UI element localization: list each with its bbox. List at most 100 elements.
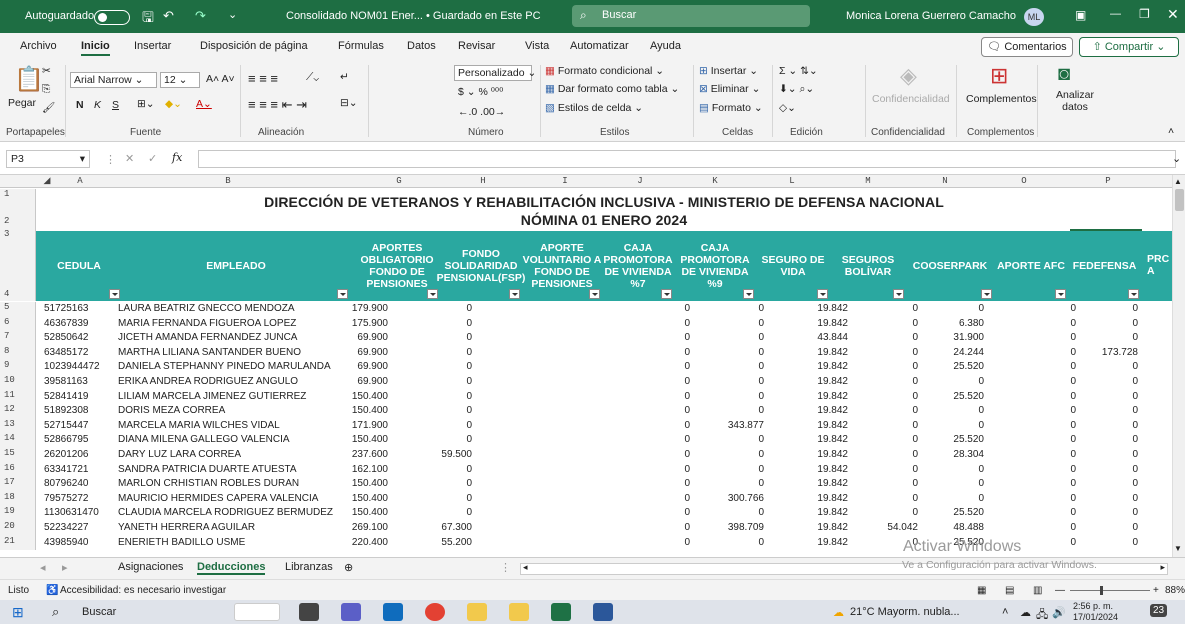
cell-value[interactable]: 0 (1076, 420, 1138, 432)
cell-value[interactable]: 0 (868, 376, 918, 388)
col-header-L[interactable]: L (782, 176, 802, 186)
cell-cedula[interactable]: 52715447 (44, 420, 114, 432)
cell-value[interactable]: 0 (1076, 478, 1138, 490)
tab-insertar[interactable]: Insertar (134, 40, 171, 52)
cell-value[interactable]: 48.488 (924, 522, 984, 534)
cell-value[interactable]: 0 (924, 405, 984, 417)
cell-value[interactable]: 343.877 (700, 420, 764, 432)
cell-cedula[interactable]: 39581163 (44, 376, 114, 388)
user-name[interactable]: Monica Lorena Guerrero Camacho (846, 10, 1016, 22)
cell-value[interactable]: 19.842 (788, 537, 848, 549)
clear-icon[interactable]: ◇⌄ (779, 102, 796, 114)
cell-empleado[interactable]: MARLON CRHISTIAN ROBLES DURAN (118, 478, 348, 490)
cell-value[interactable]: 0 (868, 361, 918, 373)
cell-value[interactable]: 0 (640, 318, 690, 330)
cell-cedula[interactable]: 63341721 (44, 464, 114, 476)
cell-value[interactable]: 0 (1076, 361, 1138, 373)
cell-empleado[interactable]: YANETH HERRERA AGUILAR (118, 522, 348, 534)
cell-value[interactable]: 0 (1028, 522, 1076, 534)
cell-value[interactable]: 0 (1076, 522, 1138, 534)
customize-qat-icon[interactable]: ⌄ (228, 8, 237, 21)
filter-icon[interactable] (981, 289, 992, 299)
cell-value[interactable]: 19.842 (788, 318, 848, 330)
cell-value[interactable]: 0 (1076, 405, 1138, 417)
cell-value[interactable]: 0 (924, 376, 984, 388)
taskbar-search-icon[interactable]: ⌕ (52, 604, 59, 620)
tab-asignaciones[interactable]: Asignaciones (118, 561, 183, 573)
autosave-toggle[interactable] (94, 10, 130, 25)
cell-value[interactable]: 0 (1076, 376, 1138, 388)
cell-value[interactable]: 0 (868, 303, 918, 315)
cell-value[interactable]: 25.520 (924, 391, 984, 403)
cell-value[interactable]: 0 (700, 478, 764, 490)
cell-value[interactable]: 0 (868, 449, 918, 461)
cell-value[interactable]: 0 (420, 332, 472, 344)
merge-icon[interactable]: ⊟⌄ (340, 97, 358, 109)
bold-button[interactable]: N (76, 99, 84, 111)
cell-value[interactable]: 0 (640, 332, 690, 344)
cell-value[interactable]: 300.766 (700, 493, 764, 505)
cell-value[interactable]: 0 (868, 318, 918, 330)
cell-value[interactable]: 0 (868, 493, 918, 505)
minimize-icon[interactable]: — (1110, 8, 1121, 20)
cell-value[interactable]: 0 (420, 507, 472, 519)
cell-value[interactable]: 150.400 (336, 478, 388, 490)
filter-icon[interactable] (817, 289, 828, 299)
cell-value[interactable]: 150.400 (336, 391, 388, 403)
format-as-table-button[interactable]: ▦ Dar formato como tabla ⌄ (545, 83, 679, 95)
cell-value[interactable]: 0 (1028, 420, 1076, 432)
expand-formula-icon[interactable]: ⌄ (1172, 152, 1181, 165)
avatar[interactable]: ML (1024, 8, 1044, 26)
fx-icon[interactable]: fx (172, 151, 182, 164)
cell-value[interactable]: 0 (1028, 376, 1076, 388)
tab-datos[interactable]: Datos (407, 40, 436, 52)
cell-value[interactable]: 0 (640, 376, 690, 388)
cell-cedula[interactable]: 52841419 (44, 391, 114, 403)
teams-icon[interactable] (341, 603, 361, 621)
cell-value[interactable]: 0 (700, 347, 764, 359)
col-header-O[interactable]: O (1014, 176, 1034, 186)
normal-view-icon[interactable]: ▦ (977, 585, 986, 596)
cell-value[interactable]: 0 (700, 464, 764, 476)
cell-value[interactable]: 59.500 (420, 449, 472, 461)
cell-value[interactable]: 0 (640, 347, 690, 359)
filter-icon[interactable] (589, 289, 600, 299)
cell-value[interactable]: 0 (1028, 537, 1076, 549)
cell-empleado[interactable]: MAURICIO HERMIDES CAPERA VALENCIA (118, 493, 348, 505)
cell-value[interactable]: 150.400 (336, 493, 388, 505)
restore-icon[interactable]: ❐ (1139, 7, 1150, 21)
col-header-J[interactable]: J (630, 176, 650, 186)
cell-value[interactable]: 0 (1028, 318, 1076, 330)
cell-empleado[interactable]: CLAUDIA MARCELA RODRIGUEZ BERMUDEZ (118, 507, 348, 519)
cell-value[interactable]: 0 (1076, 332, 1138, 344)
cell-value[interactable]: 19.842 (788, 434, 848, 446)
scroll-up-icon[interactable]: ▲ (1174, 177, 1184, 187)
folder-icon[interactable] (509, 603, 529, 621)
cell-value[interactable]: 0 (924, 493, 984, 505)
cell-value[interactable]: 0 (640, 464, 690, 476)
cell-cedula[interactable]: 79575272 (44, 493, 114, 505)
cell-value[interactable]: 0 (1028, 478, 1076, 490)
enter-icon[interactable]: ✓ (148, 152, 157, 165)
cell-value[interactable]: 69.900 (336, 361, 388, 373)
cell-value[interactable]: 0 (1028, 332, 1076, 344)
analyze-data-icon[interactable]: ◙ (1058, 63, 1070, 86)
page-layout-icon[interactable]: ▤ (1005, 585, 1014, 596)
cell-value[interactable]: 0 (700, 537, 764, 549)
filter-icon[interactable] (661, 289, 672, 299)
tab-deducciones[interactable]: Deducciones (197, 561, 266, 575)
italic-button[interactable]: K (94, 99, 101, 111)
tab-archivo[interactable]: Archivo (20, 40, 57, 52)
tab-splitter[interactable]: ⋮ (500, 561, 511, 574)
tab-formulas[interactable]: Fórmulas (338, 40, 384, 52)
align-left-icon[interactable]: ≡ ≡ ≡ ⇤ ⇥ (248, 97, 307, 113)
cell-empleado[interactable]: ENERIETH BADILLO USME (118, 537, 348, 549)
cell-value[interactable]: 0 (1076, 449, 1138, 461)
cell-cedula[interactable]: 26201206 (44, 449, 114, 461)
prev-sheet-icon[interactable]: ◂ (40, 561, 46, 574)
save-icon[interactable]: 🖫 (142, 7, 154, 31)
cell-value[interactable]: 175.900 (336, 318, 388, 330)
font-color-icon[interactable]: A⌄ (196, 98, 212, 110)
cell-value[interactable]: 0 (868, 434, 918, 446)
filter-icon[interactable] (109, 289, 120, 299)
